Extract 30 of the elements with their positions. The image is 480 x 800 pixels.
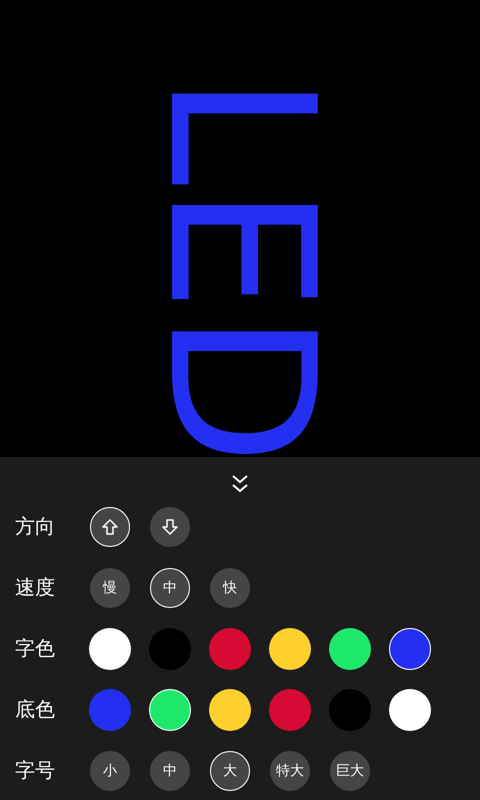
option-button[interactable]: 慢 (90, 568, 130, 608)
option-button[interactable]: 大 (210, 750, 250, 790)
up-arrow-icon (101, 518, 119, 536)
color-swatch[interactable] (329, 628, 371, 670)
down-arrow-icon (161, 518, 179, 536)
setting-label: 方向 (15, 513, 56, 540)
color-swatch[interactable] (329, 688, 371, 730)
setting-label: 底色 (15, 696, 56, 723)
color-swatch[interactable] (269, 688, 311, 730)
color-swatch[interactable] (389, 688, 431, 730)
option-button[interactable]: 快 (210, 568, 250, 608)
color-swatch[interactable] (269, 628, 311, 670)
option-button[interactable]: 中 (150, 750, 190, 790)
marquee-text: LED (140, 74, 340, 466)
color-swatch[interactable] (89, 688, 131, 730)
option-button[interactable]: 巨大 (330, 750, 370, 790)
up-arrow-button[interactable] (90, 506, 130, 546)
color-swatch[interactable] (89, 628, 131, 670)
setting-label: 速度 (15, 574, 56, 601)
down-arrow-button[interactable] (150, 506, 190, 546)
color-swatch[interactable] (149, 628, 191, 670)
color-swatch[interactable] (209, 628, 251, 670)
option-button[interactable]: 中 (150, 568, 190, 608)
setting-label: 字色 (15, 635, 56, 662)
color-swatch[interactable] (209, 688, 251, 730)
option-button[interactable]: 特大 (270, 750, 310, 790)
color-swatch[interactable] (149, 688, 191, 730)
option-button[interactable]: 小 (90, 750, 130, 790)
color-swatch[interactable] (389, 628, 431, 670)
setting-label: 字号 (15, 757, 56, 784)
